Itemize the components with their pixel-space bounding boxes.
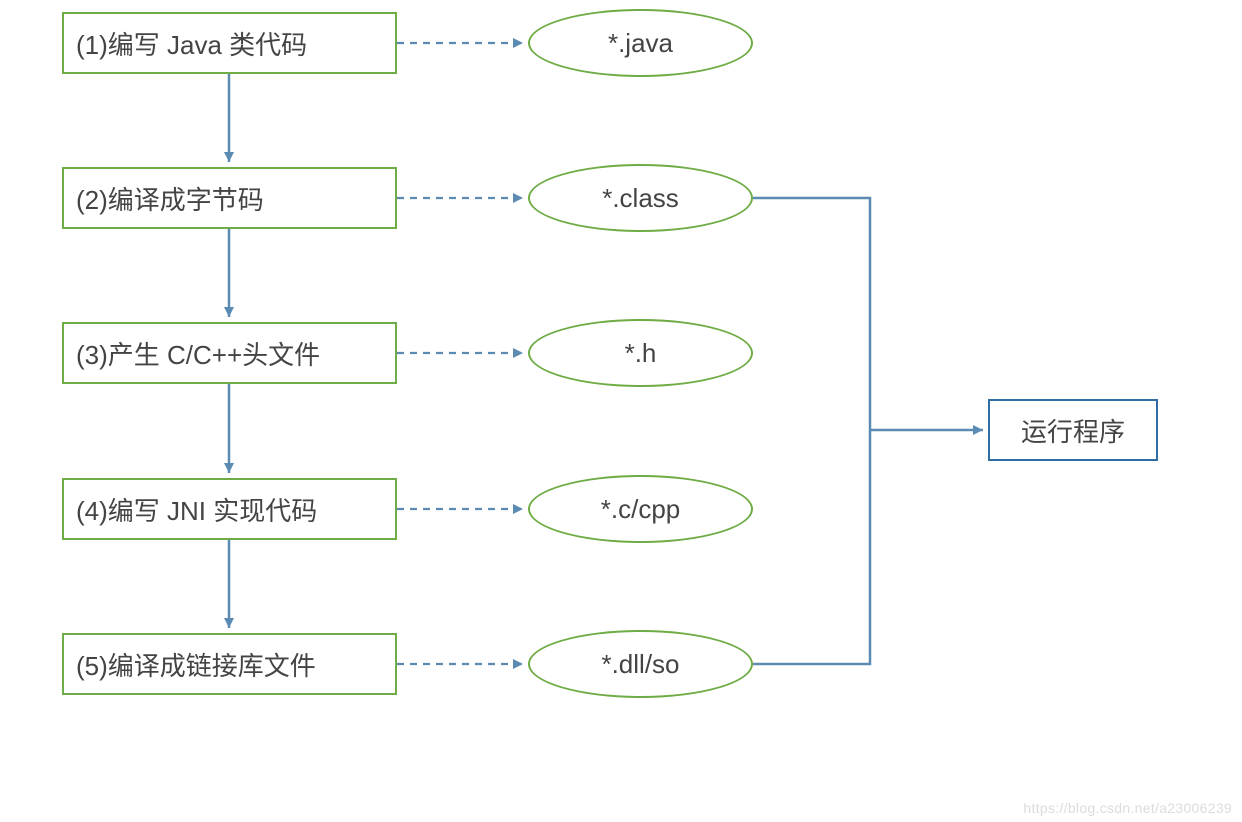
file-label-3: *.h: [625, 338, 657, 369]
step-box-5: (5)编译成链接库文件: [62, 633, 397, 695]
diagram-canvas: (1)编写 Java 类代码 (2)编译成字节码 (3)产生 C/C++头文件 …: [0, 0, 1242, 822]
file-ellipse-1: *.java: [528, 9, 753, 77]
step-box-2: (2)编译成字节码: [62, 167, 397, 229]
step-label-1: (1)编写 Java 类代码: [76, 25, 307, 62]
step-label-4: (4)编写 JNI 实现代码: [76, 491, 317, 528]
file-label-1: *.java: [608, 28, 673, 59]
file-ellipse-2: *.class: [528, 164, 753, 232]
file-ellipse-3: *.h: [528, 319, 753, 387]
step-label-3: (3)产生 C/C++头文件: [76, 335, 320, 372]
file-label-2: *.class: [602, 183, 679, 214]
arrow-class-to-run: [753, 198, 870, 430]
file-label-5: *.dll/so: [601, 649, 679, 680]
step-label-2: (2)编译成字节码: [76, 180, 264, 217]
run-box: 运行程序: [988, 399, 1158, 461]
watermark-text: https://blog.csdn.net/a23006239: [1023, 800, 1232, 816]
step-label-5: (5)编译成链接库文件: [76, 646, 316, 683]
step-box-4: (4)编写 JNI 实现代码: [62, 478, 397, 540]
file-label-4: *.c/cpp: [601, 494, 681, 525]
file-ellipse-4: *.c/cpp: [528, 475, 753, 543]
file-ellipse-5: *.dll/so: [528, 630, 753, 698]
arrow-dll-to-run: [753, 430, 870, 664]
step-box-3: (3)产生 C/C++头文件: [62, 322, 397, 384]
step-box-1: (1)编写 Java 类代码: [62, 12, 397, 74]
run-label: 运行程序: [1021, 412, 1125, 449]
